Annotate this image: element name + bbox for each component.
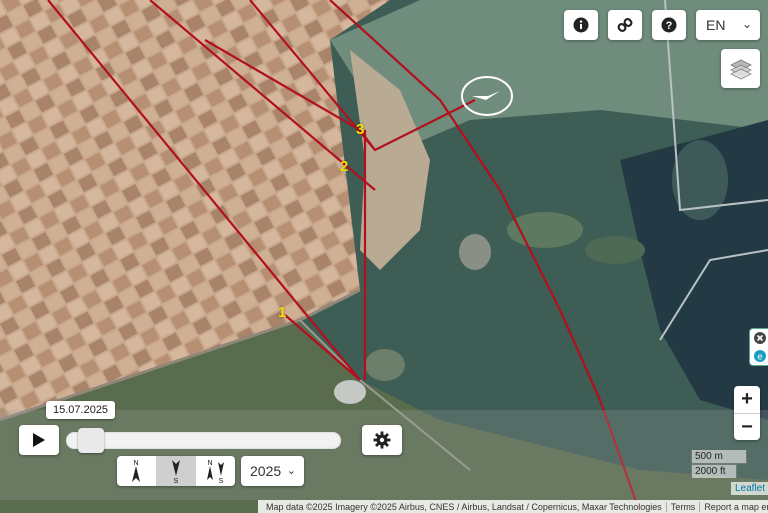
link-icon	[617, 18, 633, 32]
attribution-text: Map data ©2025 Imagery ©2025 Airbus, CNE…	[266, 501, 662, 512]
svg-text:S: S	[218, 478, 223, 484]
help-button[interactable]: ?	[652, 10, 686, 40]
scale-imperial: 2000 ft	[691, 464, 737, 478]
point-label: 2	[340, 158, 349, 175]
close-icon[interactable]	[753, 332, 766, 344]
info-button[interactable]	[564, 10, 598, 40]
timeline-slider-track[interactable]	[66, 432, 341, 449]
point-label: 1	[278, 304, 287, 321]
zoom-out-button[interactable]: −	[734, 414, 760, 441]
svg-text:N: N	[207, 460, 212, 467]
direction-south-button[interactable]: S	[156, 456, 197, 486]
north-south-arrow-icon: N S	[206, 460, 224, 484]
track-line	[284, 314, 361, 381]
svg-text:?: ?	[666, 20, 673, 32]
play-button[interactable]	[19, 425, 59, 455]
year-select[interactable]: 2025 ⌄	[241, 456, 304, 486]
year-value: 2025	[250, 463, 282, 479]
direction-north-button[interactable]: N	[117, 456, 157, 486]
map-attribution: Map data ©2025 Imagery ©2025 Airbus, CNE…	[258, 500, 768, 513]
terms-link[interactable]: Terms	[665, 501, 700, 512]
side-panel-tab[interactable]: e	[749, 328, 768, 366]
direction-north-south-button[interactable]: N S	[196, 456, 235, 486]
zoom-control: + −	[734, 386, 760, 440]
scale-bar: 500 m	[691, 450, 747, 464]
report-error-link[interactable]: Report a map error	[699, 501, 768, 512]
svg-text:e: e	[757, 352, 762, 362]
point-label: 3	[356, 121, 365, 138]
extension-icon[interactable]: e	[753, 350, 766, 362]
south-arrow-icon: S	[172, 460, 180, 484]
timeline-slider-thumb[interactable]	[78, 428, 105, 453]
timeline-panel	[0, 410, 768, 500]
chevron-down-icon: ⌄	[286, 465, 296, 477]
current-date: 15.07.2025	[46, 401, 116, 419]
share-link-button[interactable]	[608, 10, 642, 40]
north-arrow-icon: N	[132, 460, 141, 482]
zoom-in-button[interactable]: +	[734, 386, 760, 414]
layers-button[interactable]	[721, 49, 760, 88]
info-icon	[573, 17, 589, 33]
layers-icon	[729, 59, 752, 79]
chevron-down-icon: ⌄	[741, 17, 752, 31]
scale-bar-imperial: 2000 ft	[691, 464, 737, 478]
help-icon: ?	[661, 17, 677, 33]
satellite-map[interactable]: 1 2 3 ? EN ⌄ e 15.07.2025 N S N S 2025 ⌄…	[0, 0, 768, 513]
scale-metric: 500 m	[691, 450, 747, 464]
svg-text:N: N	[134, 460, 139, 467]
leaflet-link[interactable]: Leaflet	[731, 482, 768, 495]
aircraft-marker[interactable]	[461, 76, 513, 116]
language-select[interactable]: EN ⌄	[696, 10, 760, 40]
language-value: EN	[706, 17, 726, 33]
settings-button[interactable]	[362, 425, 402, 455]
gear-icon	[373, 431, 391, 449]
direction-toggle-group: N S N S	[117, 456, 235, 486]
play-icon	[33, 433, 45, 447]
track-line	[47, 0, 361, 381]
svg-text:S: S	[174, 478, 179, 484]
